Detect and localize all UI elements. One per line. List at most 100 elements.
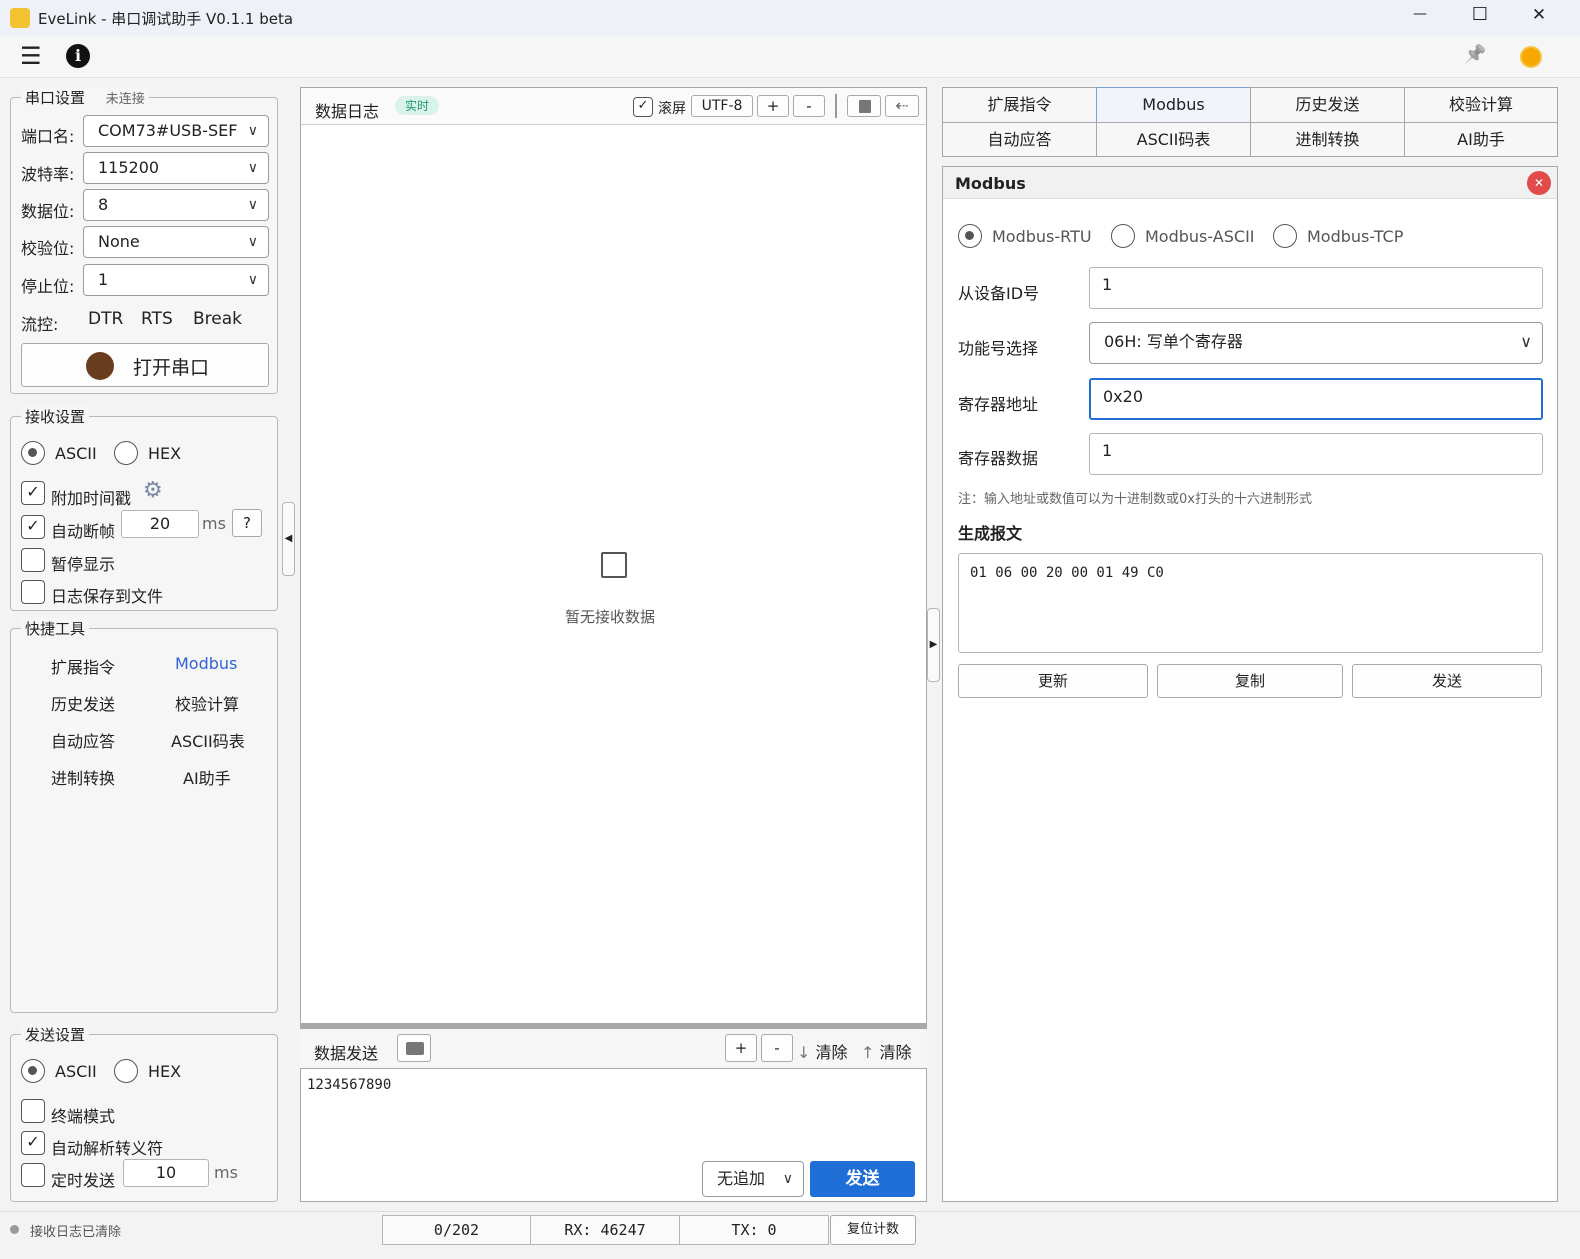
encoding-button[interactable]: UTF-8 <box>691 95 753 117</box>
tab-checksum[interactable]: 校验计算 <box>1404 87 1558 123</box>
font-decrease-button[interactable]: - <box>793 95 825 117</box>
function-select[interactable]: 06H: 写单个寄存器 ∨ <box>1089 322 1543 364</box>
modbus-rtu-radio[interactable] <box>958 224 982 248</box>
arrow-down-icon: ↓ <box>797 1043 811 1062</box>
tool-base-convert[interactable]: 进制转换 <box>51 765 115 789</box>
timer-ms-input[interactable]: 10 <box>123 1159 209 1187</box>
tool-ai-assistant[interactable]: AI助手 <box>183 765 231 789</box>
tab-extended-commands[interactable]: 扩展指令 <box>942 87 1097 123</box>
tab-auto-reply[interactable]: 自动应答 <box>942 122 1097 157</box>
tool-extended-commands[interactable]: 扩展指令 <box>51 654 115 678</box>
parity-value: None <box>98 232 140 251</box>
baud-select[interactable]: 115200 ∨ <box>83 152 269 184</box>
trash-icon[interactable] <box>847 95 881 117</box>
tab-ascii-table[interactable]: ASCII码表 <box>1096 122 1251 157</box>
clear-up-label: 清除 <box>879 1043 912 1062</box>
arrow-left-icon[interactable]: ⇠ <box>885 95 919 117</box>
theme-sun-icon[interactable] <box>1520 46 1542 68</box>
tool-history-send[interactable]: 历史发送 <box>51 691 115 715</box>
update-button[interactable]: 更新 <box>958 664 1148 698</box>
copy-button[interactable]: 复制 <box>1157 664 1343 698</box>
chevron-down-icon: ∨ <box>1520 332 1532 351</box>
pin-icon[interactable]: 📌 <box>1464 44 1486 65</box>
send-ascii-radio[interactable] <box>21 1059 45 1083</box>
left-collapse-handle[interactable]: ◀ <box>282 502 295 576</box>
port-select[interactable]: COM73#USB-SEF ∨ <box>83 115 269 147</box>
timer-send-checkbox[interactable] <box>21 1163 45 1187</box>
send-button[interactable]: 发送 <box>810 1161 915 1197</box>
port-value: COM73#USB-SEF <box>98 121 238 140</box>
send-textarea[interactable]: 1234567890 <box>307 1077 391 1093</box>
tool-checksum[interactable]: 校验计算 <box>175 691 239 715</box>
slave-id-input[interactable]: 1 <box>1089 267 1543 309</box>
auto-frame-checkbox[interactable]: ✓ <box>21 515 45 539</box>
break-toggle[interactable]: Break <box>193 309 242 329</box>
append-select[interactable]: 无追加 ∨ <box>702 1161 804 1197</box>
rx-count: RX: 46247 <box>530 1215 680 1245</box>
serial-settings-title: 串口设置 <box>25 89 86 107</box>
append-value: 无追加 <box>717 1169 766 1188</box>
rts-toggle[interactable]: RTS <box>141 309 173 329</box>
tool-ascii-table[interactable]: ASCII码表 <box>171 728 245 752</box>
receive-hex-radio[interactable] <box>114 441 138 465</box>
tx-count: TX: 0 <box>679 1215 829 1245</box>
tab-history-send[interactable]: 历史发送 <box>1250 87 1405 123</box>
input-note: 注：输入地址或数值可以为十进制数或0x打头的十六进制形式 <box>958 492 1312 507</box>
send-font-increase-button[interactable]: + <box>725 1034 757 1062</box>
toolbar: ☰ i 📌 <box>0 36 1580 78</box>
send-font-decrease-button[interactable]: - <box>761 1034 793 1062</box>
info-icon[interactable]: i <box>66 44 90 68</box>
parity-select[interactable]: None ∨ <box>83 226 269 258</box>
tab-base-convert[interactable]: 进制转换 <box>1250 122 1405 157</box>
window-title: EveLink - 串口调试助手 V0.1.1 beta <box>38 10 294 28</box>
timestamp-checkbox[interactable]: ✓ <box>21 481 45 505</box>
data-bits-select[interactable]: 8 ∨ <box>83 189 269 221</box>
maximize-button[interactable]: ☐ <box>1465 4 1495 25</box>
modbus-send-button[interactable]: 发送 <box>1352 664 1542 698</box>
function-label: 功能号选择 <box>958 339 1039 358</box>
slave-id-label: 从设备ID号 <box>958 284 1040 303</box>
clear-up-button[interactable]: ↑ 清除 <box>861 1039 912 1063</box>
pause-display-checkbox[interactable] <box>21 548 45 572</box>
escape-parse-checkbox[interactable]: ✓ <box>21 1131 45 1155</box>
splitter-bar[interactable] <box>300 1024 927 1029</box>
font-increase-button[interactable]: + <box>757 95 789 117</box>
register-data-input[interactable]: 1 <box>1089 433 1543 475</box>
modbus-ascii-radio[interactable] <box>1111 224 1135 248</box>
folder-icon[interactable] <box>397 1034 431 1062</box>
open-port-button[interactable]: 打开串口 <box>21 343 269 387</box>
send-hex-radio[interactable] <box>114 1059 138 1083</box>
port-label: 端口名: <box>21 127 75 146</box>
stop-bits-label: 停止位: <box>21 277 75 296</box>
empty-state-text: 暂无接收数据 <box>565 608 656 626</box>
receive-ascii-radio[interactable] <box>21 441 45 465</box>
tool-auto-reply[interactable]: 自动应答 <box>51 728 115 752</box>
tab-modbus[interactable]: Modbus <box>1096 87 1251 123</box>
tab-ai-assistant[interactable]: AI助手 <box>1404 122 1558 157</box>
reset-count-button[interactable]: 复位计数 <box>830 1215 916 1245</box>
stop-bits-select[interactable]: 1 ∨ <box>83 264 269 296</box>
close-panel-icon[interactable]: ✕ <box>1527 171 1551 195</box>
dtr-toggle[interactable]: DTR <box>88 309 123 329</box>
tool-modbus[interactable]: Modbus <box>175 654 237 673</box>
hamburger-menu-icon[interactable]: ☰ <box>20 42 42 70</box>
info-glyph: i <box>74 46 82 65</box>
scroll-checkbox[interactable]: ✓ <box>633 97 653 117</box>
register-address-input[interactable]: 0x20 <box>1089 378 1543 420</box>
status-bar: 接收日志已清除 0/202 RX: 46247 TX: 0 复位计数 <box>0 1211 1580 1259</box>
terminal-mode-checkbox[interactable] <box>21 1099 45 1123</box>
data-bits-value: 8 <box>98 195 109 214</box>
frame-ms-input[interactable]: 20 <box>121 510 199 538</box>
gear-icon[interactable]: ⚙ <box>143 478 163 503</box>
help-button[interactable]: ? <box>232 509 262 537</box>
modbus-tcp-radio[interactable] <box>1273 224 1297 248</box>
trash-body <box>859 100 871 113</box>
chevron-down-icon: ∨ <box>782 1171 793 1187</box>
serial-settings-group: 串口设置 未连接 端口名: COM73#USB-SEF ∨ 波特率: 11520… <box>10 87 278 394</box>
close-window-button[interactable]: ✕ <box>1524 5 1554 25</box>
minimize-button[interactable]: — <box>1405 6 1435 22</box>
clear-down-button[interactable]: ↓ 清除 <box>797 1039 848 1063</box>
save-log-checkbox[interactable] <box>21 580 45 604</box>
quick-tools-legend: 快捷工具 <box>21 618 90 639</box>
right-collapse-handle[interactable]: ▶ <box>927 608 940 682</box>
